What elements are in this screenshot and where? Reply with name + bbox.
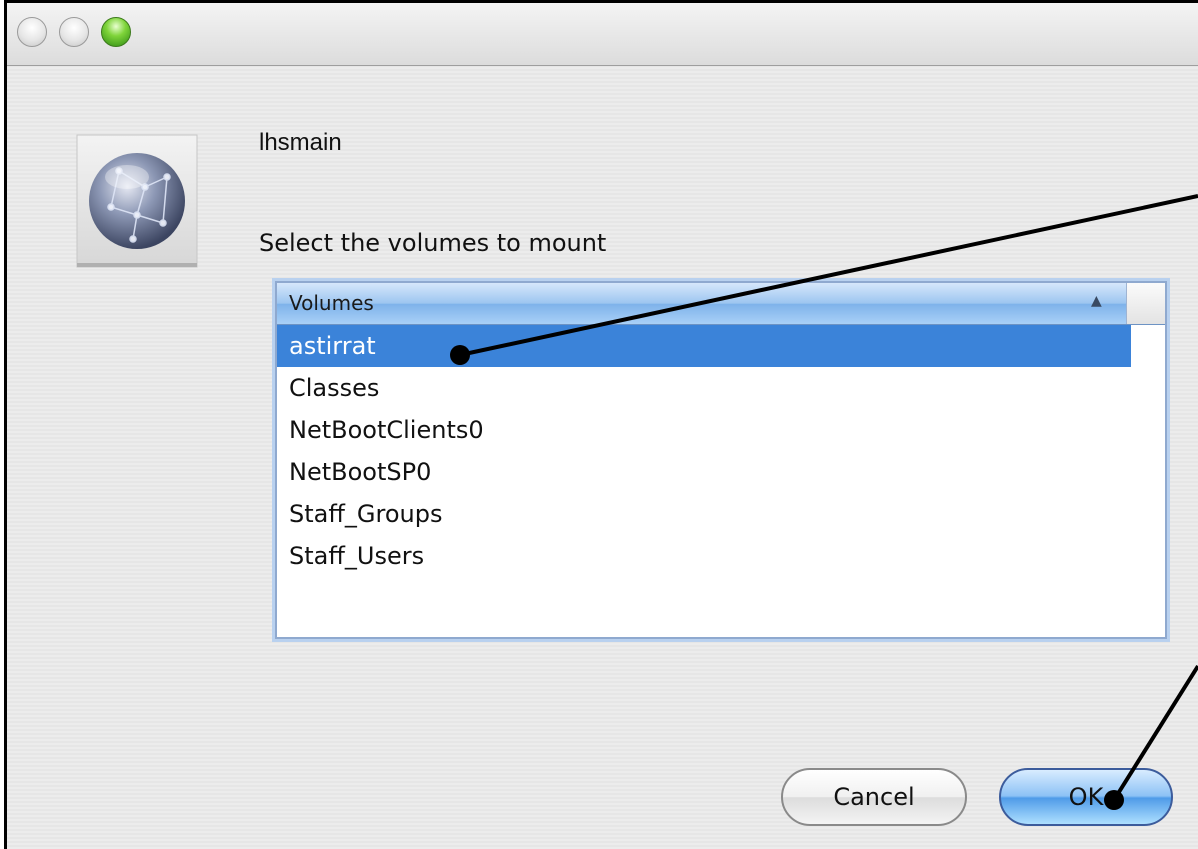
list-item[interactable]: Staff_Users xyxy=(277,535,1131,577)
prompt-text: Select the volumes to mount xyxy=(259,229,607,257)
list-item[interactable]: Classes xyxy=(277,367,1131,409)
mount-volumes-dialog: lhsmain Select the volumes to mount Volu… xyxy=(4,0,1198,849)
header-corner xyxy=(1126,283,1165,324)
network-globe-icon xyxy=(71,131,201,271)
list-item[interactable]: NetBootClients0 xyxy=(277,409,1131,451)
sort-ascending-icon[interactable]: ▲ xyxy=(1091,293,1102,309)
list-item[interactable]: NetBootSP0 xyxy=(277,451,1131,493)
volumes-column-header[interactable]: Volumes ▲ xyxy=(277,283,1165,325)
column-header-label: Volumes xyxy=(289,291,374,315)
list-item[interactable]: astirrat xyxy=(277,325,1131,367)
server-name: lhsmain xyxy=(259,129,342,156)
volumes-list[interactable]: Volumes ▲ astirrat Classes NetBootClient… xyxy=(275,281,1167,639)
minimize-window-button[interactable] xyxy=(59,17,89,47)
list-item[interactable]: Staff_Groups xyxy=(277,493,1131,535)
cancel-button[interactable]: Cancel xyxy=(781,768,967,826)
zoom-window-button[interactable] xyxy=(101,17,131,47)
ok-button[interactable]: OK xyxy=(999,768,1173,826)
title-bar xyxy=(7,3,1198,66)
close-window-button[interactable] xyxy=(17,17,47,47)
volume-rows: astirrat Classes NetBootClients0 NetBoot… xyxy=(277,325,1131,577)
